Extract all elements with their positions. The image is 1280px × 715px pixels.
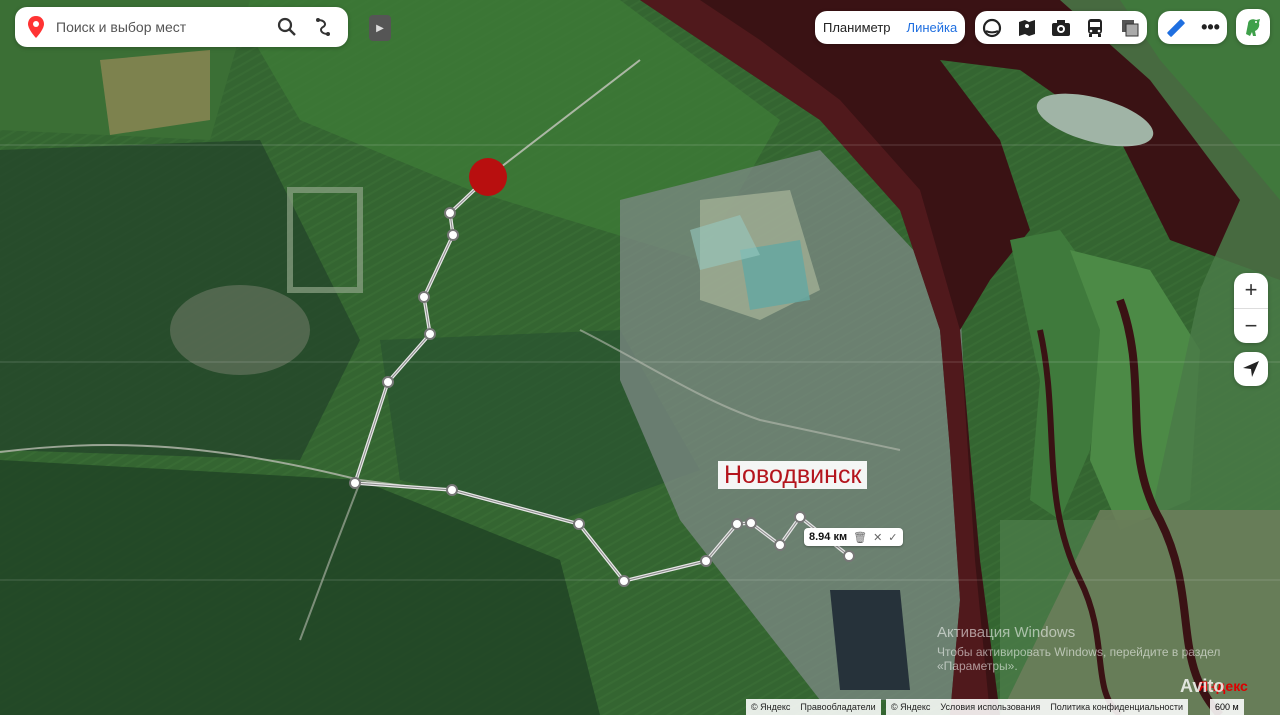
privacy-link[interactable]: Политика конфиденциальности [1045, 702, 1188, 712]
ruler-icon[interactable] [1165, 17, 1187, 39]
city-label: Новодвинск [718, 461, 868, 489]
search-button[interactable] [272, 12, 302, 42]
route-icon [316, 18, 330, 36]
transit-icon[interactable] [1084, 17, 1106, 39]
geolocation-button[interactable] [1234, 352, 1268, 386]
watermark-text: Чтобы активировать Windows, перейдите в … [937, 645, 1221, 673]
zoom-out-icon[interactable]: − [1234, 309, 1268, 344]
camera-icon[interactable] [1050, 17, 1072, 39]
profile-button[interactable] [1236, 9, 1270, 45]
zoom-control: + − [1234, 273, 1268, 343]
windows-activation-watermark: Активация Windows Чтобы активировать Win… [937, 624, 1280, 673]
check-icon[interactable]: ✓ [888, 531, 897, 544]
distance-label: 8.94 км 🗑 ✕ ✓ [804, 528, 903, 546]
planimeter-button[interactable]: Планиметр [815, 20, 899, 35]
collapse-panel-button[interactable]: ▶ [369, 15, 391, 41]
terms-link[interactable]: Условия использования [935, 702, 1045, 712]
scale-bar: 600 м [1210, 699, 1244, 715]
footer-right: © Яндекс Условия использования Политика … [886, 699, 1189, 715]
streetview-icon[interactable] [1016, 17, 1038, 39]
extra-panel: ••• [1158, 11, 1227, 44]
search-input[interactable] [54, 18, 258, 36]
route-button[interactable] [308, 12, 338, 42]
copyright-1: © Яндекс [751, 702, 791, 712]
satellite-map[interactable] [0, 0, 1280, 715]
dino-icon [1246, 19, 1260, 36]
layers-icon[interactable] [1119, 17, 1141, 39]
delete-icon[interactable]: 🗑 [853, 531, 867, 544]
ruler-button[interactable]: Линейка [899, 20, 966, 35]
layers-panel [975, 11, 1147, 44]
panorama-icon[interactable] [981, 17, 1003, 39]
avito-watermark: Avito [1180, 676, 1225, 696]
close-icon[interactable]: ✕ [873, 531, 882, 544]
search-box[interactable] [15, 7, 348, 47]
footer-left: © Яндекс Правообладатели [746, 699, 881, 715]
copyright-2: © Яндекс [891, 702, 931, 712]
collapse-icon: ▶ [376, 22, 384, 34]
distance-value: 8.94 км [809, 531, 848, 543]
route-start-marker[interactable] [469, 158, 507, 196]
pin-icon [28, 16, 44, 38]
geolocation-icon [1243, 361, 1259, 377]
measure-tools: Планиметр Линейка [815, 11, 965, 44]
watermark-title: Активация Windows [937, 624, 1076, 641]
rights-holders-link[interactable]: Правообладатели [795, 702, 880, 712]
more-icon[interactable]: ••• [1201, 17, 1220, 38]
search-icon [277, 17, 296, 36]
zoom-in-icon[interactable]: + [1234, 273, 1268, 308]
